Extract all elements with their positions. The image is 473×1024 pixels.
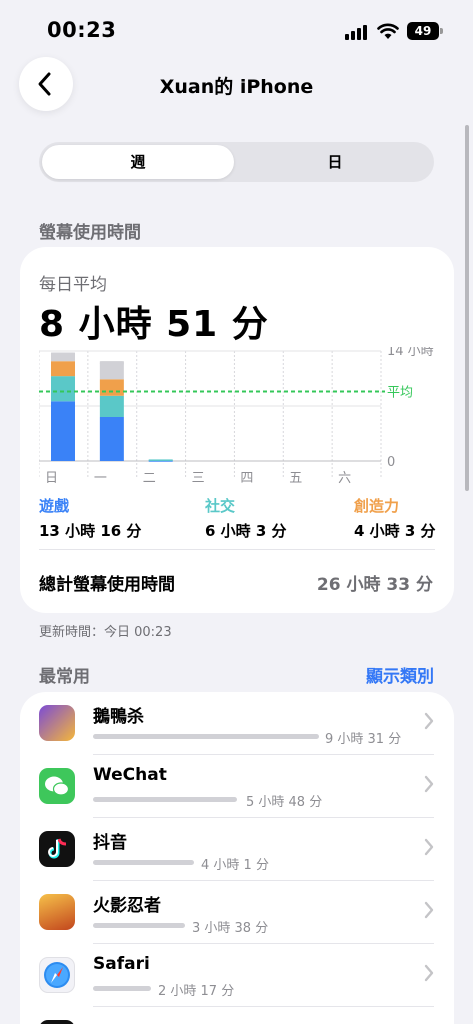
category-games-value: 13 小時 16 分 (39, 522, 142, 540)
app-name: 抖音 (93, 833, 127, 853)
safari-app-icon (39, 957, 75, 993)
app-name: WeChat (93, 765, 167, 785)
y-tick-label: 0 (387, 455, 395, 470)
app-duration: 9 小時 31 分 (325, 732, 402, 747)
bar-segment (99, 379, 124, 396)
naruto-app-icon (39, 894, 75, 930)
list-item-app[interactable]: 鵝鴨杀 9 小時 31 分 (20, 692, 454, 755)
tab-day[interactable]: 日 (239, 145, 431, 179)
weekly-usage-chart-svg: 平均 14 小時 0 日 一 二 三 四 五 六 (39, 347, 434, 486)
usage-bar (93, 860, 194, 865)
category-games: 遊戲 13 小時 16 分 (39, 495, 141, 541)
usage-bar (93, 734, 319, 739)
list-item-app[interactable]: 火影忍者 3 小時 38 分 (20, 881, 454, 944)
category-social-name: 社交 (205, 497, 236, 515)
app-duration: 5 小時 48 分 (246, 795, 323, 810)
bar-segment (99, 395, 124, 417)
x-tick-label: 二 (143, 471, 156, 486)
cellular-signal-icon (345, 24, 371, 40)
updated-time: 更新時間：今日 00:23 (39, 625, 172, 640)
usage-bar (93, 986, 151, 991)
most-used-title: 最常用 (39, 667, 90, 687)
x-tick-label: 四 (240, 471, 253, 486)
x-tick-label: 日 (45, 471, 58, 486)
usage-bar (93, 923, 185, 928)
x-tick-label: 六 (338, 471, 351, 486)
bar-segment (148, 459, 173, 461)
wechat-app-icon (39, 768, 75, 804)
x-tick-label: 三 (192, 471, 205, 486)
app-name: Safari (93, 954, 150, 974)
average-label: 平均 (387, 385, 413, 400)
category-games-name: 遊戲 (39, 497, 70, 515)
screen-time-section-title: 螢幕使用時間 (39, 223, 141, 243)
tab-week[interactable]: 週 (42, 145, 234, 179)
chevron-right-icon (424, 901, 434, 919)
category-creativity-name: 創造力 (354, 497, 400, 515)
daily-average-label: 每日平均 (39, 275, 107, 295)
list-item-app[interactable] (20, 1007, 454, 1024)
most-used-list: 鵝鴨杀 9 小時 31 分 WeChat 5 小時 48 分 抖音 4 小時 1… (20, 692, 454, 1024)
bar-segment (99, 417, 124, 461)
weekly-usage-chart: 平均 14 小時 0 日 一 二 三 四 五 六 (39, 347, 439, 487)
battery-icon: 49 (407, 22, 439, 40)
total-screen-time-value: 26 小時 33 分 (316, 575, 433, 595)
goose-duck-app-icon (39, 705, 75, 741)
chevron-right-icon (424, 712, 434, 730)
list-item-app[interactable]: WeChat 5 小時 48 分 (20, 755, 454, 818)
total-screen-time-label: 總計螢幕使用時間 (39, 575, 175, 595)
category-social: 社交 6 小時 3 分 (205, 495, 287, 541)
status-time: 00:23 (47, 18, 117, 42)
partial-app-icon (39, 1020, 75, 1024)
chevron-right-icon (424, 838, 434, 856)
show-categories-link[interactable]: 顯示類別 (366, 662, 434, 687)
app-duration: 3 小時 38 分 (192, 921, 269, 936)
app-duration: 4 小時 1 分 (201, 858, 269, 873)
y-tick-label: 14 小時 (387, 347, 434, 359)
screen-time-card[interactable]: 每日平均 8 小時 51 分 平均 14 小時 0 日 一 二 三 四 五 六 遊戲 13 小時 … (20, 247, 454, 613)
bar-segment (51, 376, 75, 402)
scroll-indicator[interactable] (465, 125, 469, 491)
chevron-right-icon (424, 964, 434, 982)
wifi-icon (377, 23, 399, 39)
usage-bar (93, 797, 237, 802)
bar-cap (99, 361, 124, 366)
category-social-value: 6 小時 3 分 (205, 522, 287, 540)
bar-segment (51, 401, 75, 461)
app-name: 火影忍者 (93, 896, 161, 916)
x-tick-label: 一 (94, 471, 107, 486)
period-segmented-control: 週 日 (39, 142, 434, 182)
bar-segment (51, 361, 75, 377)
category-creativity: 創造力 4 小時 3 分 (354, 495, 436, 541)
divider (39, 549, 435, 550)
daily-average-value: 8 小時 51 分 (39, 304, 269, 345)
page-title: Xuan的 iPhone (159, 76, 314, 98)
app-name: 鵝鴨杀 (93, 707, 144, 727)
status-bar: 00:23 49 (0, 0, 473, 60)
list-item-app[interactable]: Safari 2 小時 17 分 (20, 944, 454, 1007)
bar-cap (51, 352, 75, 357)
app-duration: 2 小時 17 分 (158, 984, 235, 999)
douyin-app-icon (39, 831, 75, 867)
chevron-right-icon (424, 775, 434, 793)
list-item-app[interactable]: 抖音 4 小時 1 分 (20, 818, 454, 881)
category-creativity-value: 4 小時 3 分 (354, 522, 436, 540)
x-tick-label: 五 (289, 471, 302, 486)
